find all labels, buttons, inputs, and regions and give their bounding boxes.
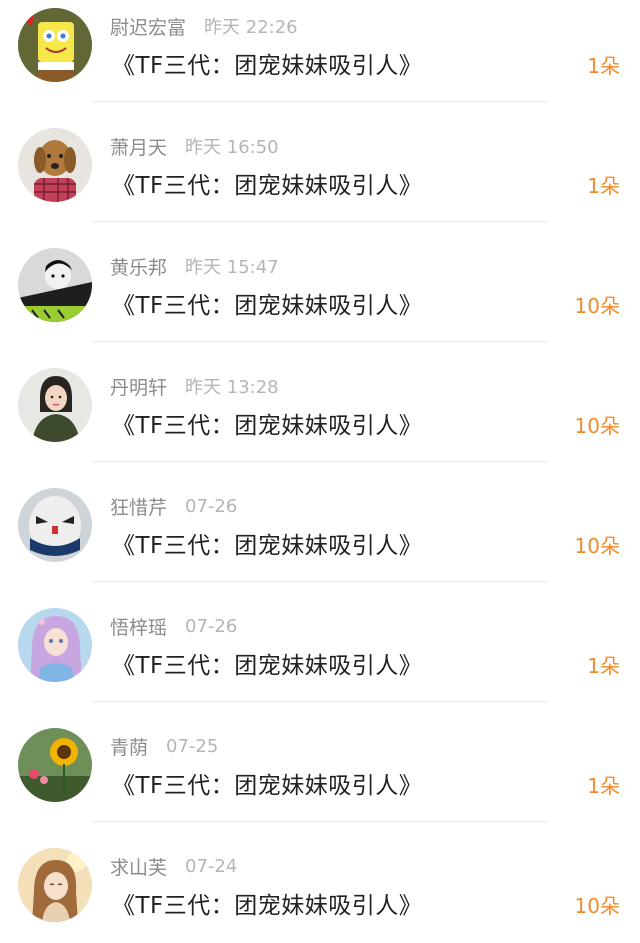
list-item[interactable]: 尉迟宏富 昨天 22:26 《TF三代：团宠妹妹吸引人》 1朵 [0, 0, 640, 120]
username[interactable]: 丹明轩 [110, 373, 167, 400]
list-item[interactable]: 黄乐邦 昨天 15:47 《TF三代：团宠妹妹吸引人》 10朵 [0, 240, 640, 360]
gift-amount: 10朵 [574, 414, 620, 438]
timestamp: 昨天 16:50 [185, 137, 279, 158]
divider [92, 461, 548, 462]
timestamp: 07-25 [166, 735, 219, 757]
book-title[interactable]: 《TF三代：团宠妹妹吸引人》 [112, 46, 422, 80]
timestamp: 07-26 [185, 495, 238, 517]
timestamp: 昨天 15:47 [185, 257, 279, 278]
divider [92, 821, 548, 822]
gift-amount: 1朵 [587, 54, 620, 78]
spongebob-avatar-icon[interactable] [18, 8, 92, 82]
gift-amount: 10朵 [574, 294, 620, 318]
username[interactable]: 黄乐邦 [110, 253, 167, 280]
illustrated-girl-avatar-icon[interactable] [18, 848, 92, 922]
masked-face-avatar-icon[interactable] [18, 488, 92, 562]
username[interactable]: 悟梓瑶 [110, 613, 167, 640]
gift-amount: 1朵 [587, 774, 620, 798]
divider [92, 101, 548, 102]
divider [92, 341, 548, 342]
bw-portrait-avatar-icon[interactable] [18, 248, 92, 322]
gift-amount: 10朵 [574, 894, 620, 918]
divider [92, 701, 548, 702]
username[interactable]: 求山芙 [110, 853, 167, 880]
timestamp: 昨天 13:28 [185, 377, 279, 398]
sunflower-avatar-icon[interactable] [18, 728, 92, 802]
list-item[interactable]: 狂惜芹 07-26 《TF三代：团宠妹妹吸引人》 10朵 [0, 480, 640, 600]
timestamp: 07-26 [185, 615, 238, 637]
username[interactable]: 尉迟宏富 [110, 13, 186, 40]
list-item[interactable]: 丹明轩 昨天 13:28 《TF三代：团宠妹妹吸引人》 10朵 [0, 360, 640, 480]
gift-amount: 1朵 [587, 174, 620, 198]
gift-record-list: 尉迟宏富 昨天 22:26 《TF三代：团宠妹妹吸引人》 1朵 萧月天 昨天 1… [0, 0, 640, 943]
book-title[interactable]: 《TF三代：团宠妹妹吸引人》 [112, 886, 422, 920]
timestamp: 07-24 [185, 855, 238, 877]
username[interactable]: 狂惜芹 [110, 493, 167, 520]
list-item[interactable]: 萧月天 昨天 16:50 《TF三代：团宠妹妹吸引人》 1朵 [0, 120, 640, 240]
book-title[interactable]: 《TF三代：团宠妹妹吸引人》 [112, 406, 422, 440]
girl-portrait-avatar-icon[interactable] [18, 368, 92, 442]
book-title[interactable]: 《TF三代：团宠妹妹吸引人》 [112, 766, 422, 800]
divider [92, 221, 548, 222]
list-item[interactable]: 青荫 07-25 《TF三代：团宠妹妹吸引人》 1朵 [0, 720, 640, 840]
dog-avatar-icon[interactable] [18, 128, 92, 202]
book-title[interactable]: 《TF三代：团宠妹妹吸引人》 [112, 646, 422, 680]
list-item[interactable]: 悟梓瑶 07-26 《TF三代：团宠妹妹吸引人》 1朵 [0, 600, 640, 720]
book-title[interactable]: 《TF三代：团宠妹妹吸引人》 [112, 166, 422, 200]
book-title[interactable]: 《TF三代：团宠妹妹吸引人》 [112, 286, 422, 320]
divider [92, 581, 548, 582]
username[interactable]: 萧月天 [110, 133, 167, 160]
timestamp: 昨天 22:26 [204, 17, 298, 38]
gift-amount: 1朵 [587, 654, 620, 678]
list-item[interactable]: 求山芙 07-24 《TF三代：团宠妹妹吸引人》 10朵 [0, 840, 640, 943]
book-title[interactable]: 《TF三代：团宠妹妹吸引人》 [112, 526, 422, 560]
username[interactable]: 青荫 [110, 733, 148, 760]
gift-amount: 10朵 [574, 534, 620, 558]
anime-girl-avatar-icon[interactable] [18, 608, 92, 682]
